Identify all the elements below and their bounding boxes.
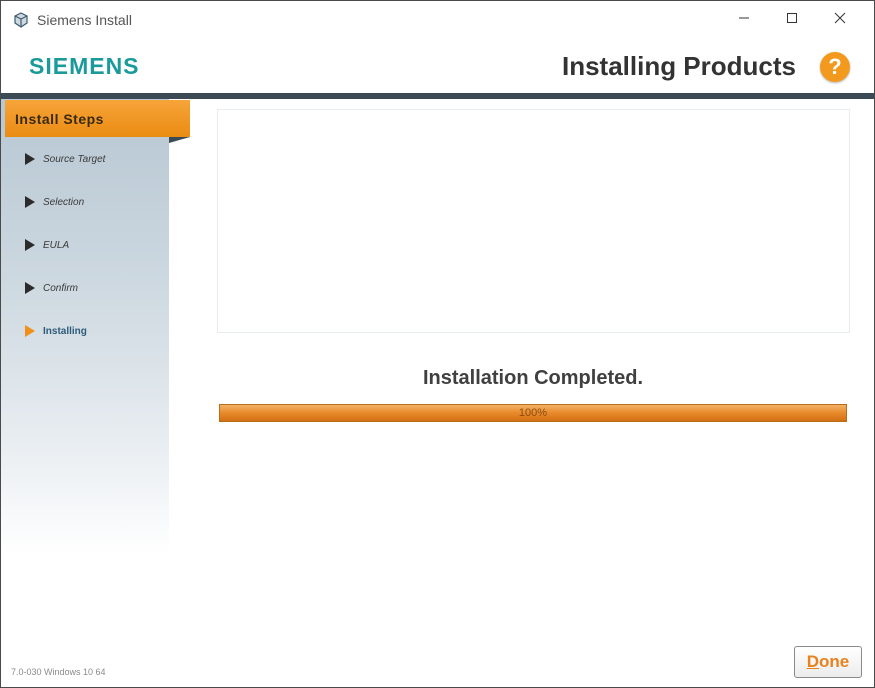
install-steps-heading: Install Steps [5, 100, 190, 137]
step-arrow-icon [25, 196, 35, 208]
step-source-target: Source Target [25, 151, 105, 167]
installer-window: Siemens Install SIEMENS Installing Produ… [0, 0, 875, 688]
title-bar: Siemens Install [1, 1, 874, 39]
header: SIEMENS Installing Products ? [1, 39, 874, 93]
close-button[interactable] [816, 1, 864, 39]
done-label: one [819, 652, 850, 671]
step-arrow-icon [25, 239, 35, 251]
step-label: EULA [43, 239, 70, 251]
details-panel [217, 109, 850, 333]
step-label: Selection [43, 196, 85, 208]
page-title: Installing Products [561, 51, 796, 81]
minimize-icon [738, 11, 750, 29]
done-mnemonic: D [806, 652, 820, 671]
step-label-active: Installing [43, 325, 87, 337]
step-installing: Installing [25, 323, 87, 339]
install-progress-bar: 100% [219, 404, 847, 422]
step-confirm: Confirm [25, 280, 78, 296]
siemens-logo: SIEMENS [29, 53, 140, 79]
close-icon [834, 11, 846, 29]
step-arrow-icon [25, 153, 35, 165]
install-status-text: Installation Completed. [422, 367, 644, 389]
maximize-icon [786, 11, 798, 29]
step-eula: EULA [25, 237, 69, 253]
done-button[interactable]: Done [794, 646, 862, 678]
installer-app-icon [13, 12, 29, 28]
progress-label: 100% [518, 407, 548, 419]
maximize-button[interactable] [768, 1, 816, 39]
step-label: Source Target [43, 153, 106, 165]
step-arrow-icon [25, 282, 35, 294]
heading-notch [169, 137, 190, 143]
minimize-button[interactable] [720, 1, 768, 39]
help-icon[interactable]: ? [820, 52, 850, 82]
window-title: Siemens Install [37, 12, 132, 28]
step-label: Confirm [43, 282, 79, 294]
step-arrow-active-icon [25, 325, 35, 337]
version-info: 7.0-030 Windows 10 64 [11, 667, 106, 677]
step-selection: Selection [25, 194, 84, 210]
